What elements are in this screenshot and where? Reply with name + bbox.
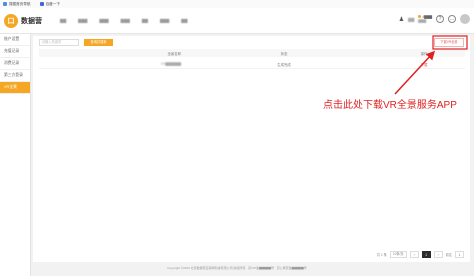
user-icon[interactable]: ♟: [399, 16, 404, 23]
panorama-status: 生成完成: [277, 62, 291, 67]
goto-page-input[interactable]: 1: [455, 251, 464, 258]
site-footer: Copyright ©2023 北京数据营互联网科技有限公司 版权所有 · 京I…: [167, 266, 307, 270]
help-icon[interactable]: ?: [436, 15, 444, 23]
nav-item[interactable]: ▇▇▇: [78, 18, 87, 23]
pagination: 共 1 条 10条/页 ‹ 1 › 前往 1: [374, 251, 464, 258]
bookmark-label: 搜狐首页导航: [9, 1, 31, 6]
column-header-name: 全景名称: [167, 51, 181, 56]
table-row: VR▇▇▇▇▇▇ 生成完成 下载: [39, 60, 465, 69]
column-header-status: 状态: [280, 51, 288, 56]
download-vr-app-button[interactable]: 下载VR全景: [434, 38, 464, 47]
sidebar-item-vr-panorama[interactable]: VR全景: [0, 82, 30, 94]
bookmark-icon: [3, 2, 7, 6]
sidebar-item-third-party-login[interactable]: 第三方登录: [0, 70, 30, 82]
logo-icon: 口: [4, 14, 18, 28]
sidebar-item-recharge-records[interactable]: 充值记录: [0, 46, 30, 58]
page-number-current[interactable]: 1: [421, 251, 431, 258]
chat-icon[interactable]: …: [448, 15, 456, 23]
header-user-area: ♟ ▇▇ 4▇▇▇ ▇▇▇ ? …: [395, 14, 470, 24]
column-header-action: 操作: [420, 51, 428, 56]
coin-icon: [418, 15, 422, 19]
nav-item[interactable]: ▇▇: [181, 18, 187, 23]
bookmark-label: 百度一下: [45, 1, 60, 6]
account-sidebar: 账户设置 充值记录 消费记录 第三方登录 VR全景: [0, 34, 31, 276]
nav-item[interactable]: ▇▇▇: [160, 18, 169, 23]
site-header: 口 数据营 ▇▇ ▇▇▇ ▇▇▇ ▇▇▇ ▇▇ ▇▇▇ ▇▇ ♟ ▇▇ 4▇▇▇…: [0, 8, 474, 34]
nav-item[interactable]: ▇▇: [60, 18, 66, 23]
nav-item[interactable]: ▇▇▇: [121, 18, 130, 23]
username: ▇▇: [408, 16, 415, 22]
table-header: 全景名称 状态 操作: [39, 49, 465, 57]
nav-item[interactable]: ▇▇: [142, 18, 148, 23]
account-balance: 4▇▇▇ ▇▇▇: [418, 15, 432, 24]
download-link[interactable]: 下载: [383, 62, 465, 67]
balance-amount: 4▇▇▇: [422, 14, 432, 19]
bookmark-icon: [39, 2, 44, 6]
nav-item[interactable]: ▇▇▇: [99, 18, 108, 23]
sidebar-item-consumption-records[interactable]: 消费记录: [0, 58, 30, 70]
search-button[interactable]: 查询并搜索: [84, 39, 113, 46]
bookmark-item[interactable]: 搜狐首页导航: [3, 2, 31, 7]
panorama-name: VR▇▇▇▇▇▇: [160, 62, 181, 66]
search-input[interactable]: 请输入关键词: [39, 39, 79, 46]
sidebar-item-account-settings[interactable]: 账户设置: [0, 34, 30, 46]
annotation-callout: 点击此处下载VR全景服务APP: [323, 100, 457, 111]
pagination-total: 共 1 条: [376, 253, 387, 257]
bookmark-item[interactable]: 百度一下: [39, 1, 60, 7]
next-page-button[interactable]: ›: [433, 251, 443, 258]
site-logo[interactable]: 口 数据营: [4, 14, 42, 28]
avatar[interactable]: [460, 14, 470, 24]
balance-sub: ▇▇▇: [418, 19, 427, 23]
logo-text: 数据营: [21, 18, 42, 25]
top-navigation: ▇▇ ▇▇▇ ▇▇▇ ▇▇▇ ▇▇ ▇▇▇ ▇▇: [60, 8, 199, 33]
main-panel: 请输入关键词 查询并搜索 下载VR全景 全景名称 状态 操作 VR▇▇▇▇▇▇ …: [33, 36, 470, 262]
page-size-select[interactable]: 10条/页: [389, 251, 407, 258]
goto-label: 前往: [445, 253, 452, 257]
prev-page-button[interactable]: ‹: [409, 251, 419, 258]
